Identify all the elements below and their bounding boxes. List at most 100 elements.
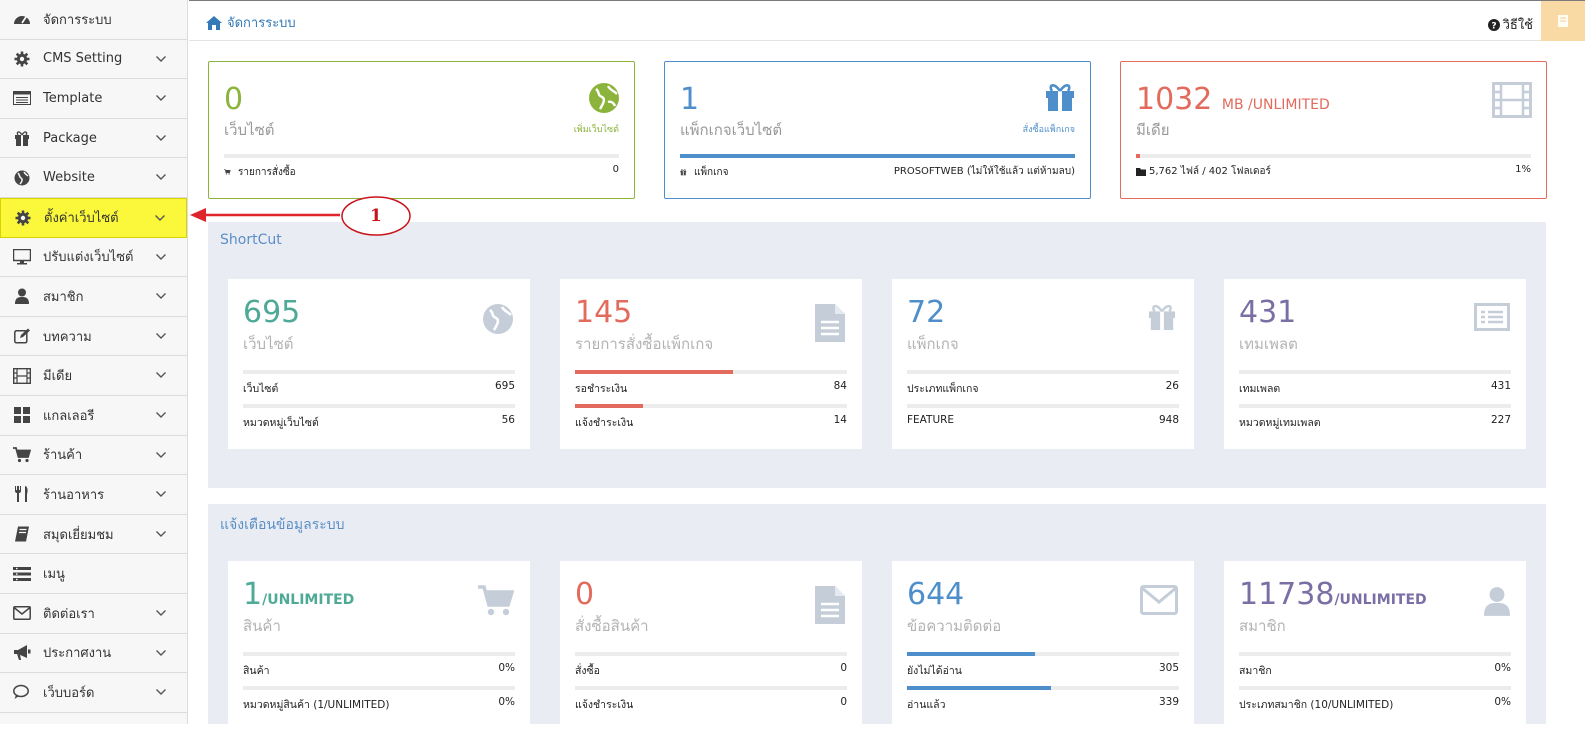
alerts-card-0[interactable]: 1/UNLIMITED สินค้า สินค้า 0% หมวดหมู่สินค้า … <box>228 561 530 731</box>
card-stat-value: 431 <box>1490 380 1511 392</box>
card-stat-row[interactable]: ประเภทแพ็กเกจ 26 <box>907 380 1179 397</box>
card-number: 695 <box>243 295 301 330</box>
chevron-down-icon <box>156 55 166 62</box>
card-stat-row[interactable]: เทมเพลต 431 <box>1239 380 1511 397</box>
manual-button[interactable] <box>1541 1 1585 41</box>
document-icon <box>814 585 846 629</box>
sidebar-item-2[interactable]: Template <box>0 79 187 119</box>
card-stat-label: แจ้งชำระเงิน <box>575 417 634 429</box>
sidebar-item-0[interactable]: จัดการระบบ <box>0 0 187 40</box>
card-stat-row[interactable]: สมาชิก 0% <box>1239 662 1511 679</box>
card-stat-row[interactable]: ประเภทสมาชิก (10/UNLIMITED) 0% <box>1239 696 1511 713</box>
sidebar-item-label: จัดการระบบ <box>43 12 112 28</box>
sidebar-item-10[interactable]: แกลเลอรี <box>0 396 187 436</box>
summary-card-0: 0 เว็บไซต์ เพิ่มเว็บไซต์ รายการสั่งซื้อ 0 <box>208 61 635 199</box>
chevron-down-icon <box>156 689 166 696</box>
card-label: เว็บไซต์ <box>243 335 294 353</box>
sidebar-item-11[interactable]: ร้านค้า <box>0 436 187 476</box>
card-stat-label: ประเภทสมาชิก (10/UNLIMITED) <box>1239 699 1394 711</box>
grid-icon <box>12 406 32 424</box>
card-stat-label: สินค้า <box>243 665 270 677</box>
card-stat-row[interactable]: เว็บไซต์ 695 <box>243 380 515 397</box>
card-stat-value: 227 <box>1490 414 1511 426</box>
card-stat-row[interactable]: หมวดหมู่เทมเพลต 227 <box>1239 414 1511 431</box>
shortcut-card-2[interactable]: 72 แพ็กเกจ ประเภทแพ็กเกจ 26 FEATURE 948 <box>892 279 1194 449</box>
card-stat-value: 0% <box>1494 696 1511 708</box>
summary-footer-right: 0 <box>612 164 619 175</box>
card-label: สั่งซื้อสินค้า <box>575 617 649 635</box>
summary-footer: แพ็กเกจ PROSOFTWEB (ไม่ให้ใช้แล้ว แต่ห้าม… <box>680 164 1075 180</box>
sidebar-item-12[interactable]: ร้านอาหาร <box>0 475 187 515</box>
globe-icon <box>12 169 32 187</box>
sidebar-item-3[interactable]: Package <box>0 119 187 159</box>
book-icon <box>1558 15 1568 27</box>
summary-footer-label: แพ็กเกจ <box>694 166 729 178</box>
user-icon <box>1484 585 1510 621</box>
summary-number: 1032 <box>1136 82 1213 117</box>
sidebar-item-1[interactable]: CMS Setting <box>0 40 187 80</box>
envelope-icon <box>1140 585 1178 619</box>
chevron-down-icon <box>156 451 166 458</box>
sidebar-item-8[interactable]: บทความ <box>0 317 187 357</box>
card-stat-label: หมวดหมู่เว็บไซต์ <box>243 417 319 429</box>
card-value: 431 <box>1239 295 1296 330</box>
alerts-card-2[interactable]: 644 ข้อความติดต่อ ยังไม่ได้อ่าน 305 อ่านแล้ว… <box>892 561 1194 731</box>
sidebar-item-14[interactable]: เมนู <box>0 554 187 594</box>
utensils-icon <box>12 485 32 503</box>
sidebar-item-17[interactable]: เว็บบอร์ด <box>0 673 187 713</box>
template-list-icon <box>12 89 32 107</box>
summary-card-2: 1032 MB /UNLIMITED มีเดีย 5,762 ไฟล์ / 402… <box>1120 61 1547 199</box>
card-progress <box>1239 686 1511 690</box>
top-bar: จัดการระบบ ? วิธีใช้ <box>189 0 1585 41</box>
breadcrumb[interactable]: จัดการระบบ <box>206 12 296 33</box>
cart-icon <box>12 446 32 464</box>
envelope-icon <box>12 604 32 622</box>
card-value: 72 <box>907 295 945 330</box>
card-progress <box>243 370 515 374</box>
sidebar-item-9[interactable]: มีเดีย <box>0 356 187 396</box>
card-stat-label: หมวดหมู่เทมเพลต <box>1239 417 1321 429</box>
card-stat-value: 948 <box>1158 414 1179 426</box>
card-stat-row[interactable]: ยังไม่ได้อ่าน 305 <box>907 662 1179 679</box>
summary-action-link[interactable]: เพิ่มเว็บไซต์ <box>574 122 619 136</box>
sidebar-item-4[interactable]: Website <box>0 158 187 198</box>
sidebar-item-5[interactable]: ตั้งค่าเว็บไซต์ <box>0 197 187 238</box>
card-progress <box>1239 404 1511 408</box>
card-stat-row[interactable]: สินค้า 0% <box>243 662 515 679</box>
card-progress <box>1239 370 1511 374</box>
card-stat-row[interactable]: อ่านแล้ว 339 <box>907 696 1179 713</box>
summary-label: มีเดีย <box>1136 121 1170 139</box>
card-stat-row[interactable]: รอชำระเงิน 84 <box>575 380 847 397</box>
summary-footer-left: รายการสั่งซื้อ <box>224 164 296 180</box>
home-icon <box>206 15 222 30</box>
card-stat-label: อ่านแล้ว <box>907 699 946 711</box>
alerts-card-3[interactable]: 11738/UNLIMITED สมาชิก สมาชิก 0% ประเภทสมาชิ… <box>1224 561 1526 731</box>
card-stat-row[interactable]: FEATURE 948 <box>907 414 1179 426</box>
shortcut-card-1[interactable]: 145 รายการสั่งซื้อแพ็กเกจ รอชำระเงิน 84 แจ้ง… <box>560 279 862 449</box>
alerts-panel: แจ้งเตือนข้อมูลระบบ 1/UNLIMITED สินค้า สิน… <box>208 504 1546 731</box>
shortcut-card-0[interactable]: 695 เว็บไซต์เว็บไซต์ 695 หมวดหมู่เว็บไซต์ 56 <box>228 279 530 449</box>
card-stat-value: 0 <box>840 696 847 708</box>
sidebar-item-15[interactable]: ติดต่อเรา <box>0 594 187 634</box>
card-stat-row[interactable]: หมวดหมู่เว็บไซต์ 56 <box>243 414 515 431</box>
sidebar-item-16[interactable]: ประกาศงาน <box>0 634 187 674</box>
card-number: 145 <box>575 295 633 330</box>
summary-label: แพ็กเกจเว็บไซต์ <box>680 121 783 139</box>
card-stat-row[interactable]: แจ้งชำระเงิน 14 <box>575 414 847 431</box>
card-stat-row[interactable]: หมวดหมู่สินค้า (1/UNLIMITED) 0% <box>243 696 515 713</box>
summary-value: 0 <box>224 82 243 117</box>
card-progress <box>575 404 847 408</box>
sidebar-item-13[interactable]: สมุดเยี่ยมชม <box>0 515 187 555</box>
card-stat-row[interactable]: แจ้งชำระเงิน 0 <box>575 696 847 713</box>
cart-icon <box>478 585 515 621</box>
sidebar-item-6[interactable]: ปรับแต่งเว็บไซต์ <box>0 238 187 278</box>
shortcut-card-3[interactable]: 431 เทมเพลต เทมเพลต 431 หมวดหมู่เทมเพลต 227 <box>1224 279 1526 449</box>
alerts-card-1[interactable]: 0 สั่งซื้อสินค้าสั่งซื้อ 0 แจ้งชำระเงิน 0 <box>560 561 862 731</box>
card-stat-row[interactable]: สั่งซื้อ 0 <box>575 662 847 679</box>
sidebar-item-7[interactable]: สมาชิก <box>0 277 187 317</box>
summary-footer: รายการสั่งซื้อ 0 <box>224 164 619 180</box>
card-progress <box>243 404 515 408</box>
summary-action-link[interactable]: สั่งซื้อแพ็กเกจ <box>1023 122 1075 136</box>
document-icon <box>814 303 846 347</box>
help-link[interactable]: ? วิธีใช้ <box>1487 14 1533 35</box>
